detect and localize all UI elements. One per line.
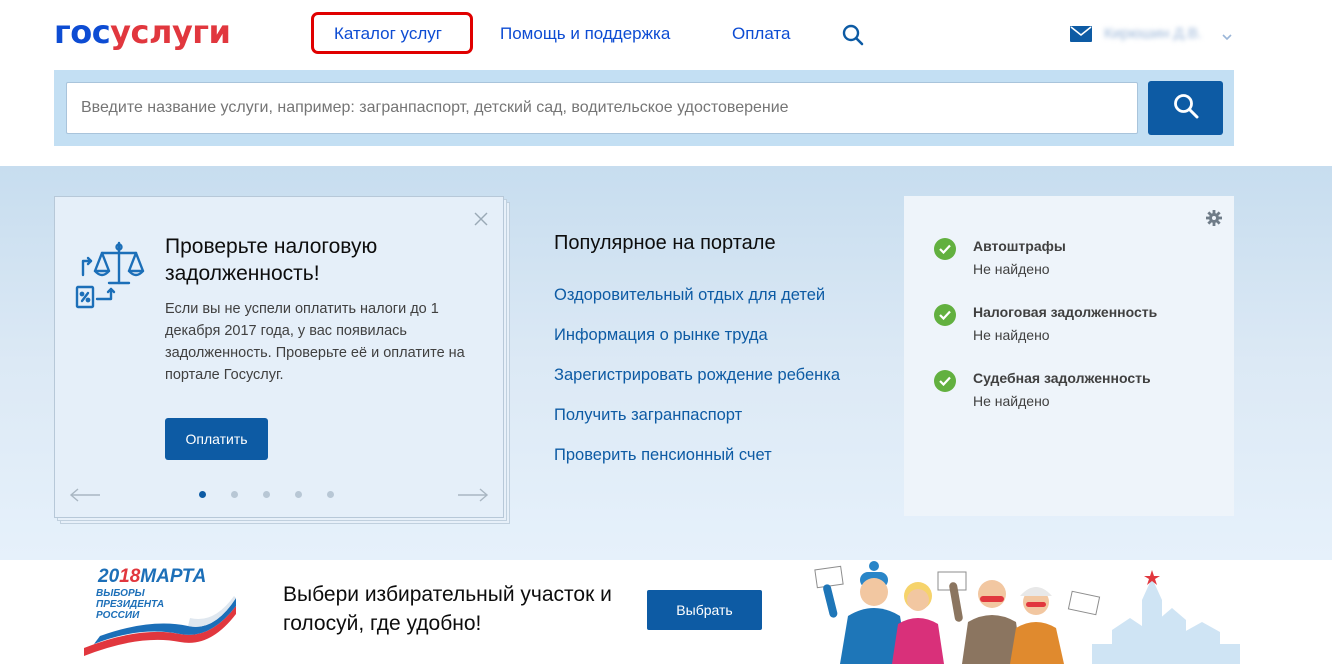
popular-link[interactable]: Получить загранпаспорт <box>554 406 742 425</box>
popular-link[interactable]: Оздоровительный отдых для детей <box>554 286 825 305</box>
status-title: Судебная задолженность <box>973 370 1151 386</box>
banner-date-part: МАРТА <box>140 566 207 587</box>
nav-catalog-link[interactable]: Каталог услуг <box>334 24 442 44</box>
banner-date-part: 18 <box>119 566 141 587</box>
user-name[interactable]: Кирюшин Д.В. <box>1104 25 1202 42</box>
carousel-dot[interactable] <box>199 491 206 498</box>
status-value: Не найдено <box>973 261 1050 277</box>
search-bar <box>54 70 1234 146</box>
check-icon <box>934 238 956 260</box>
promo-card-text: Если вы не успели оплатить налоги до 1 д… <box>165 301 465 383</box>
arrow-left-icon[interactable] <box>69 487 101 503</box>
arrow-right-icon[interactable] <box>457 487 489 503</box>
search-icon[interactable] <box>842 24 864 46</box>
carousel-dot[interactable] <box>327 491 334 498</box>
nav-help-link[interactable]: Помощь и поддержка <box>500 24 670 44</box>
banner-date: 2018МАРТА <box>98 566 206 588</box>
carousel-dot[interactable] <box>295 491 302 498</box>
logo-part-uslugi: услуги <box>110 13 231 51</box>
carousel-dot[interactable] <box>263 491 270 498</box>
header: госуслуги Каталог услуг Помощь и поддерж… <box>0 0 1332 70</box>
status-value: Не найдено <box>973 327 1050 343</box>
chevron-down-icon[interactable] <box>1222 28 1232 41</box>
status-value: Не найдено <box>973 393 1050 409</box>
carousel-dot[interactable] <box>231 491 238 498</box>
close-icon[interactable] <box>473 211 489 227</box>
status-title: Автоштрафы <box>973 238 1066 254</box>
search-button[interactable] <box>1148 81 1223 135</box>
nav-payment-link[interactable]: Оплата <box>732 24 790 44</box>
choose-button[interactable]: Выбрать <box>647 590 762 630</box>
banner-date-part: 20 <box>98 566 120 587</box>
status-title: Налоговая задолженность <box>973 304 1158 320</box>
banner-text: Выбери избирательный участок и голосуй, … <box>283 583 612 635</box>
popular-link[interactable]: Зарегистрировать рождение ребенка <box>554 366 840 385</box>
popular-link[interactable]: Проверить пенсионный счет <box>554 446 772 465</box>
popular-link[interactable]: Информация о рынке труда <box>554 326 768 345</box>
voters-illustration-icon <box>812 560 1242 664</box>
gosuslugi-logo[interactable]: госуслуги <box>54 12 231 52</box>
check-icon <box>934 304 956 326</box>
popular-title: Популярное на портале <box>554 232 776 254</box>
mail-icon[interactable] <box>1070 26 1092 42</box>
promo-card-title: Проверьте налоговую задолженность! <box>165 235 378 285</box>
service-search-input[interactable] <box>66 82 1138 134</box>
gear-icon[interactable] <box>1206 210 1222 226</box>
tax-scales-icon <box>75 239 149 313</box>
logo-part-gos: гос <box>54 13 111 51</box>
pay-button[interactable]: Оплатить <box>165 418 268 460</box>
election-banner[interactable]: 2018МАРТА ВЫБОРЫ ПРЕЗИДЕНТА РОССИИ Выбер… <box>0 560 1332 664</box>
promo-card: Проверьте налоговую задолженность! Если … <box>54 196 504 518</box>
check-icon <box>934 370 956 392</box>
status-panel: Автоштрафы Не найдено Налоговая задолжен… <box>904 196 1234 516</box>
russian-flag-ribbon-icon <box>80 596 240 656</box>
search-icon <box>1173 93 1199 124</box>
hero-section: Проверьте налоговую задолженность! Если … <box>0 166 1332 560</box>
